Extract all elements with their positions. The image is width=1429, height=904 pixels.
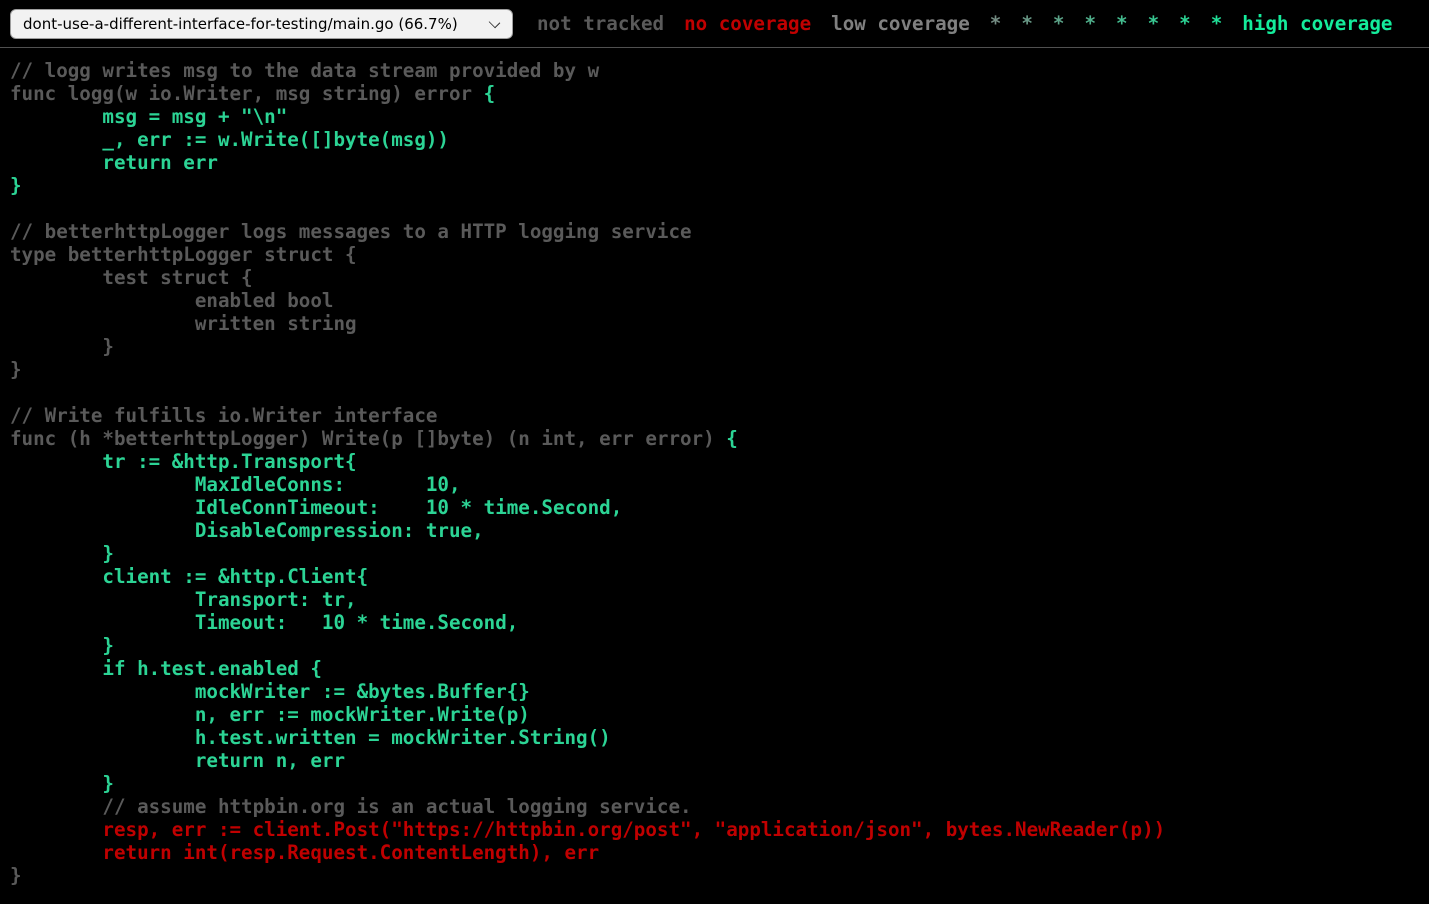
file-select-wrap: dont-use-a-different-interface-for-testi… xyxy=(10,9,513,39)
legend-star-cov9: * xyxy=(1211,12,1223,35)
file-select[interactable]: dont-use-a-different-interface-for-testi… xyxy=(10,9,513,39)
file-nav: dont-use-a-different-interface-for-testi… xyxy=(10,9,513,39)
code-segment-cov0: resp, err := client.Post("https://httpbi… xyxy=(10,818,1165,864)
code-segment-none: // logg writes msg to the data stream pr… xyxy=(10,59,599,105)
legend-star-cov6: * xyxy=(1116,12,1128,35)
code-segment-cov8: { tr := &http.Transport{ MaxIdleConns: 1… xyxy=(10,427,738,795)
code-segment-none: } xyxy=(10,864,22,887)
legend-high-coverage: high coverage xyxy=(1242,12,1392,35)
legend-star-cov2: * xyxy=(990,12,1002,35)
legend-low-coverage: low coverage xyxy=(831,12,970,35)
legend-star-cov7: * xyxy=(1148,12,1160,35)
legend-star-cov4: * xyxy=(1053,12,1065,35)
legend-star-cov3: * xyxy=(1021,12,1033,35)
topbar: dont-use-a-different-interface-for-testi… xyxy=(0,0,1429,48)
legend-star-cov8: * xyxy=(1179,12,1191,35)
code-segment-none: // betterhttpLogger logs messages to a H… xyxy=(10,220,726,450)
coverage-legend: not tracked no coverage low coverage * * * * * *… xyxy=(527,12,1402,35)
source-code: // logg writes msg to the data stream pr… xyxy=(10,59,1429,887)
legend-star-cov5: * xyxy=(1084,12,1096,35)
content: // logg writes msg to the data stream pr… xyxy=(0,0,1429,887)
legend-no-coverage: no coverage xyxy=(684,12,811,35)
legend-not-tracked: not tracked xyxy=(537,12,664,35)
